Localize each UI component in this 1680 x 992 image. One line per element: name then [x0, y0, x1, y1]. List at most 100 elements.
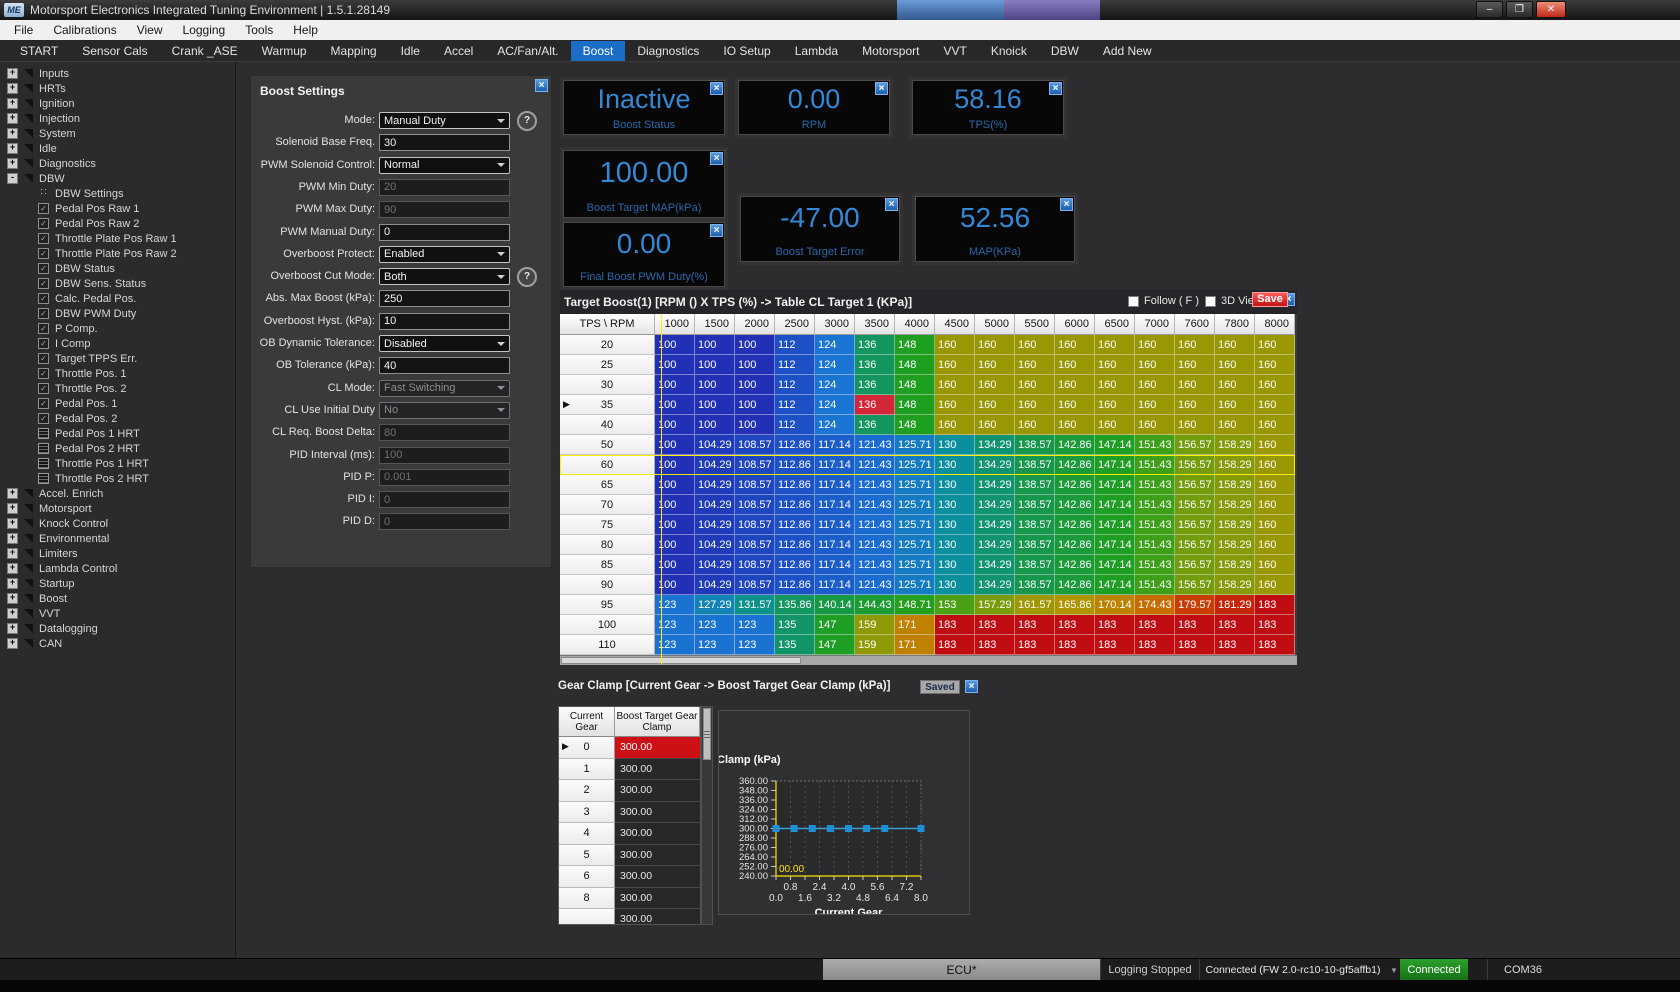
table-cell[interactable]: 124: [815, 395, 855, 415]
clamp-value-cell[interactable]: 300.00: [615, 909, 700, 925]
table-cell[interactable]: 183: [1015, 635, 1055, 655]
table-cell[interactable]: 124: [815, 415, 855, 435]
table-cell[interactable]: 117.14: [815, 555, 855, 575]
menu-tools[interactable]: Tools: [235, 21, 283, 39]
table-cell[interactable]: 160: [1135, 375, 1175, 395]
table-cell[interactable]: 160: [1015, 375, 1055, 395]
table-cell[interactable]: 100: [655, 515, 695, 535]
table-cell[interactable]: 130: [935, 575, 975, 595]
horizontal-scrollbar[interactable]: [560, 655, 1297, 665]
table-cell[interactable]: 125.71: [895, 555, 935, 575]
table-cell[interactable]: 160: [975, 355, 1015, 375]
table-cell[interactable]: 157.29: [975, 595, 1015, 615]
table-cell[interactable]: 160: [1175, 395, 1215, 415]
table-cell[interactable]: 121.43: [855, 495, 895, 515]
table-cell[interactable]: 158.29: [1215, 435, 1255, 455]
tree-expander-icon[interactable]: +: [7, 623, 18, 634]
table-cell[interactable]: 112: [775, 415, 815, 435]
table-cell[interactable]: 136: [855, 415, 895, 435]
table-cell[interactable]: 183: [1015, 615, 1055, 635]
table-cell[interactable]: 100: [695, 355, 735, 375]
tree-item-inputs[interactable]: +Inputs: [0, 66, 235, 81]
table-cell[interactable]: 134.29: [975, 495, 1015, 515]
table-cell[interactable]: 112.86: [775, 495, 815, 515]
table-cell[interactable]: 108.57: [735, 535, 775, 555]
table-cell[interactable]: 151.43: [1135, 495, 1175, 515]
table-cell[interactable]: 158.29: [1215, 515, 1255, 535]
tree-item-pedal-pos-raw-1[interactable]: ✓Pedal Pos Raw 1: [0, 201, 235, 216]
table-cell[interactable]: 160: [1175, 415, 1215, 435]
table-cell[interactable]: 160: [975, 335, 1015, 355]
table-cell[interactable]: 160: [1175, 335, 1215, 355]
table-cell[interactable]: 147.14: [1095, 515, 1135, 535]
table-cell[interactable]: 134.29: [975, 575, 1015, 595]
tree-item-pedal-pos-raw-2[interactable]: ✓Pedal Pos Raw 2: [0, 216, 235, 231]
ob-dynamic-tolerance-select[interactable]: Disabled: [379, 335, 510, 352]
tree-item-calc-pedal-pos[interactable]: ✓Calc. Pedal Pos.: [0, 291, 235, 306]
gear-row[interactable]: 300.00: [559, 909, 700, 925]
table-cell[interactable]: 130: [935, 475, 975, 495]
maximize-button[interactable]: ❐: [1506, 1, 1533, 18]
table-cell[interactable]: 100: [695, 375, 735, 395]
table-cell[interactable]: 156.57: [1175, 575, 1215, 595]
tree-expander-icon[interactable]: +: [7, 533, 18, 544]
menu-logging[interactable]: Logging: [173, 21, 236, 39]
table-cell[interactable]: 159: [855, 615, 895, 635]
table-cell[interactable]: 125.71: [895, 435, 935, 455]
table-cell[interactable]: 127.29: [695, 595, 735, 615]
table-cell[interactable]: 160: [1215, 355, 1255, 375]
table-cell[interactable]: 160: [1255, 395, 1295, 415]
table-cell[interactable]: 160: [1135, 355, 1175, 375]
table-cell[interactable]: 160: [1095, 335, 1135, 355]
close-icon[interactable]: ×: [1049, 82, 1062, 95]
tree-item-dbw-pwm-duty[interactable]: ✓DBW PWM Duty: [0, 306, 235, 321]
table-cell[interactable]: 160: [1215, 395, 1255, 415]
table-cell[interactable]: 160: [1135, 395, 1175, 415]
table-cell[interactable]: 112.86: [775, 475, 815, 495]
clamp-value-cell[interactable]: 300.00: [615, 866, 700, 888]
table-cell[interactable]: 130: [935, 455, 975, 475]
table-cell[interactable]: 160: [1055, 395, 1095, 415]
table-cell[interactable]: 112.86: [775, 555, 815, 575]
table-cell[interactable]: 121.43: [855, 455, 895, 475]
tab-add-new[interactable]: Add New: [1091, 41, 1164, 61]
help-icon[interactable]: ?: [517, 267, 537, 287]
table-cell[interactable]: 138.57: [1015, 455, 1055, 475]
menu-file[interactable]: File: [4, 21, 43, 39]
table-cell[interactable]: 112: [775, 335, 815, 355]
tree-item-target-tpps-err[interactable]: ✓Target TPPS Err.: [0, 351, 235, 366]
tab-warmup[interactable]: Warmup: [250, 41, 319, 61]
tab-vvt[interactable]: VVT: [931, 41, 978, 61]
table-cell[interactable]: 160: [1255, 495, 1295, 515]
tree-expander-icon[interactable]: +: [7, 593, 18, 604]
table-cell[interactable]: 117.14: [815, 515, 855, 535]
table-cell[interactable]: 160: [1015, 355, 1055, 375]
menu-view[interactable]: View: [127, 21, 173, 39]
table-cell[interactable]: 138.57: [1015, 555, 1055, 575]
table-cell[interactable]: 100: [655, 495, 695, 515]
table-cell[interactable]: 134.29: [975, 535, 1015, 555]
table-cell[interactable]: 160: [1015, 395, 1055, 415]
table-cell[interactable]: 151.43: [1135, 515, 1175, 535]
table-cell[interactable]: 130: [935, 435, 975, 455]
tree-item-knock-control[interactable]: +Knock Control: [0, 516, 235, 531]
table-cell[interactable]: 123: [735, 635, 775, 655]
table-cell[interactable]: 121.43: [855, 535, 895, 555]
table-cell[interactable]: 158.29: [1215, 535, 1255, 555]
table-cell[interactable]: 158.29: [1215, 475, 1255, 495]
table-cell[interactable]: 181.29: [1215, 595, 1255, 615]
table-cell[interactable]: 183: [975, 615, 1015, 635]
checkbox-icon[interactable]: [1205, 296, 1216, 307]
table-cell[interactable]: 121.43: [855, 515, 895, 535]
table-cell[interactable]: 147.14: [1095, 535, 1135, 555]
close-icon[interactable]: ×: [710, 224, 723, 237]
table-cell[interactable]: 135: [775, 635, 815, 655]
tree-item-environmental[interactable]: +Environmental: [0, 531, 235, 546]
checkbox-icon[interactable]: [1128, 296, 1139, 307]
table-cell[interactable]: 130: [935, 555, 975, 575]
table-cell[interactable]: 183: [1255, 635, 1295, 655]
tree-item-diagnostics[interactable]: +Diagnostics: [0, 156, 235, 171]
vertical-scrollbar[interactable]: [701, 706, 713, 925]
tab-diagnostics[interactable]: Diagnostics: [625, 41, 711, 61]
table-cell[interactable]: 138.57: [1015, 575, 1055, 595]
